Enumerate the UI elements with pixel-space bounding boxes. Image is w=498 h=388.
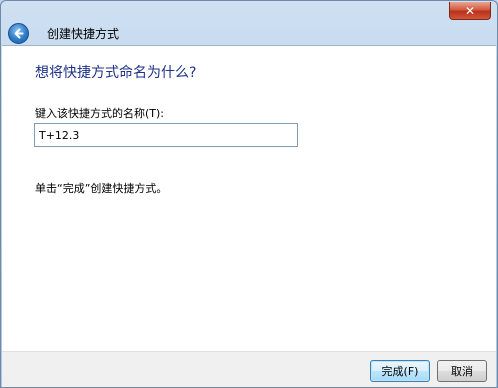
close-button[interactable]: ✕	[449, 2, 491, 20]
finish-button[interactable]: 完成(F)	[370, 360, 430, 382]
close-icon: ✕	[464, 3, 476, 18]
shortcut-name-input[interactable]	[34, 123, 298, 147]
wizard-footer: 完成(F) 取消	[2, 351, 496, 387]
cancel-button[interactable]: 取消	[437, 360, 487, 382]
wizard-window: ✕ 创建快捷方式 想将快捷方式命名为什么? 键入该快捷方式的名称(T): 单击“…	[0, 0, 498, 388]
page-heading: 想将快捷方式命名为什么?	[35, 65, 197, 81]
wizard-title: 创建快捷方式	[47, 27, 120, 41]
wizard-content: 想将快捷方式命名为什么? 键入该快捷方式的名称(T): 单击“完成”创建快捷方式…	[2, 45, 496, 351]
shortcut-name-label: 键入该快捷方式的名称(T):	[35, 107, 165, 120]
title-bar: ✕ 创建快捷方式	[1, 1, 497, 45]
finish-hint: 单击“完成”创建快捷方式。	[35, 182, 168, 195]
back-arrow-icon	[14, 28, 24, 39]
back-button[interactable]	[8, 23, 29, 44]
